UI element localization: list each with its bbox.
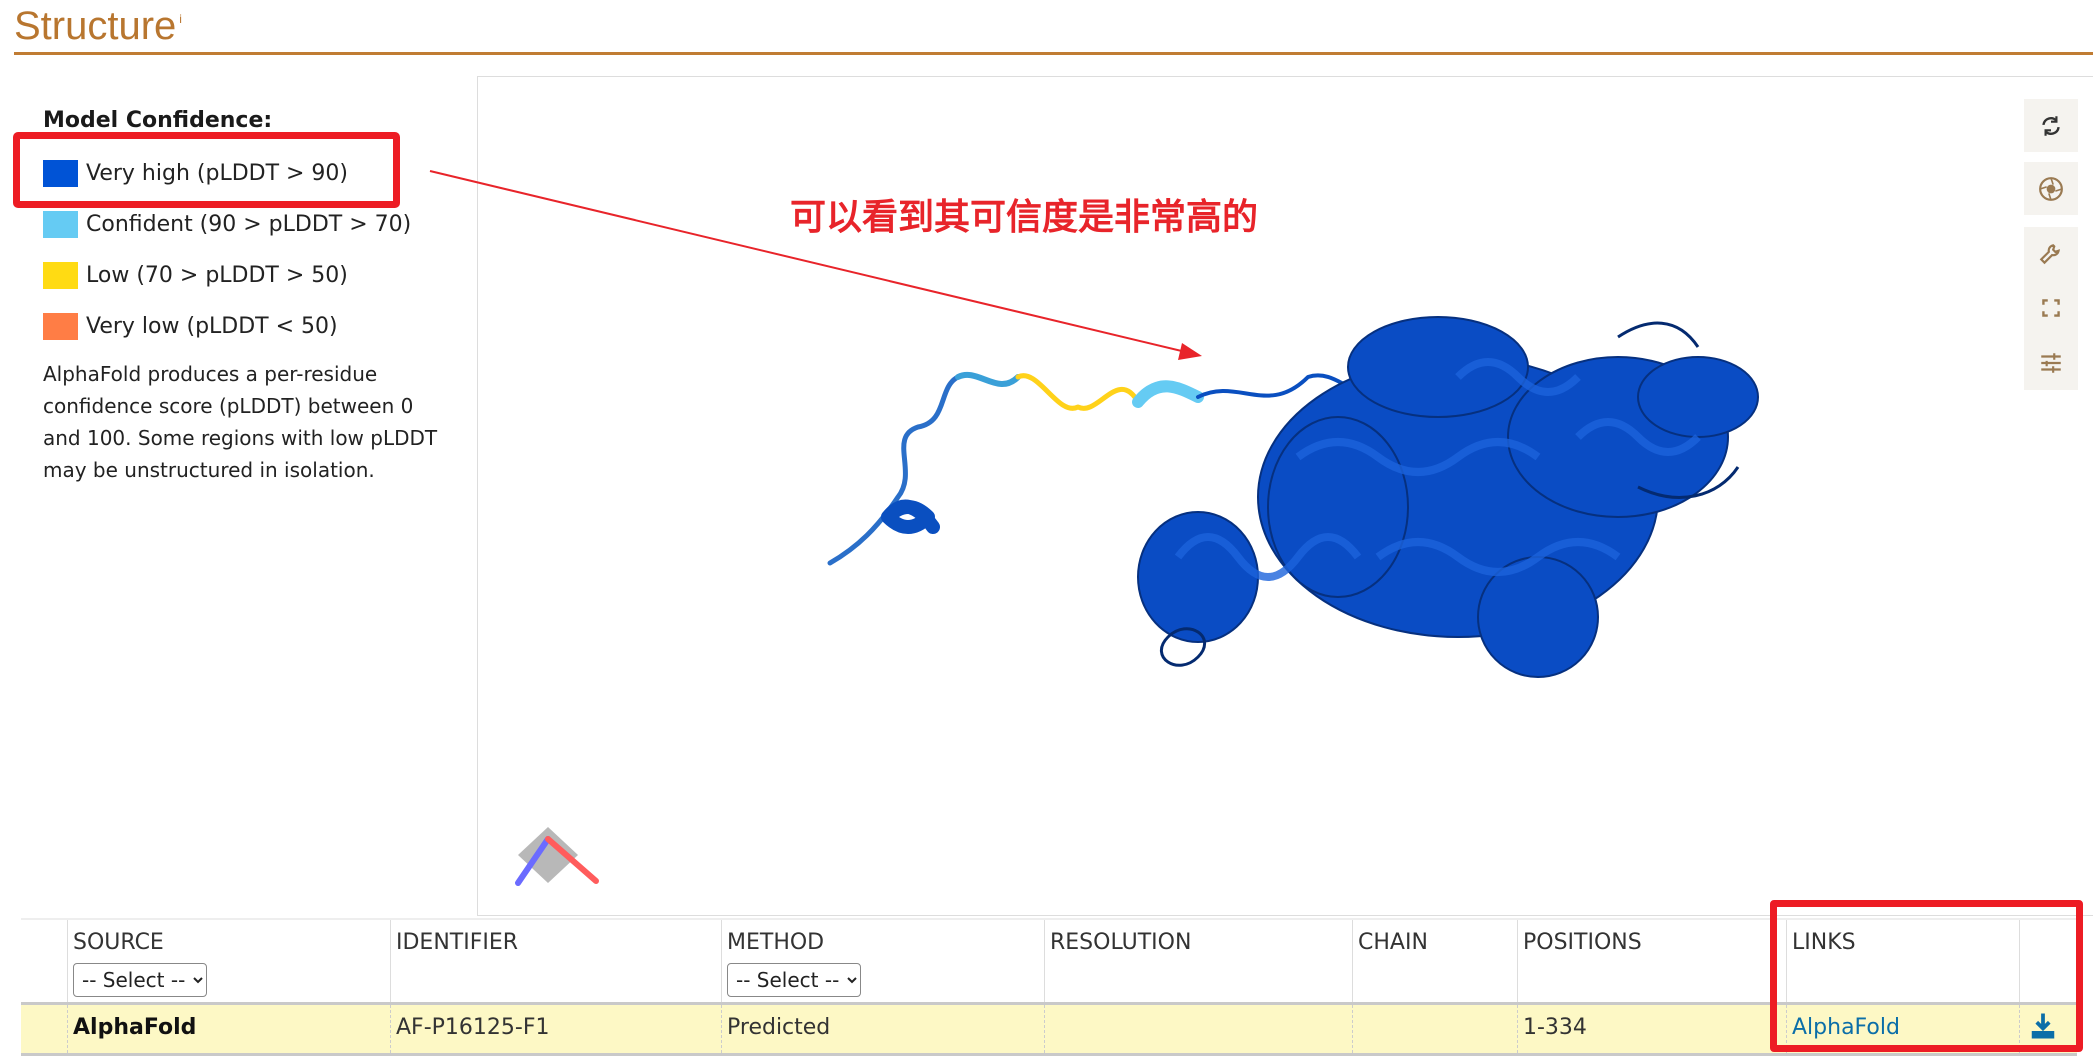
settings-icon[interactable] bbox=[2038, 241, 2064, 267]
header-label: METHOD bbox=[727, 930, 825, 955]
source-filter-select[interactable]: -- Select -- bbox=[73, 963, 207, 997]
reset-icon bbox=[2042, 115, 2060, 136]
section-title: Structure i bbox=[14, 4, 182, 49]
swatch bbox=[43, 210, 78, 238]
cell-resolution bbox=[1044, 1005, 1352, 1053]
header-source: SOURCE -- Select -- bbox=[67, 920, 390, 1002]
title-divider bbox=[14, 52, 2093, 55]
header-positions: POSITIONS bbox=[1517, 920, 1786, 1002]
table-row: AlphaFold AF-P16125-F1 Predicted 1-334 A… bbox=[21, 1005, 2077, 1056]
legend-title: Model Confidence: bbox=[43, 108, 273, 133]
table-header-row: SOURCE -- Select -- IDENTIFIER METHOD -- S… bbox=[21, 920, 2077, 1005]
structure-table: SOURCE -- Select -- IDENTIFIER METHOD -- S… bbox=[21, 918, 2077, 1056]
legend-description: AlphaFold produces a per-residue confide… bbox=[43, 362, 438, 482]
header-chain: CHAIN bbox=[1352, 920, 1517, 1002]
protein-structure[interactable] bbox=[478, 77, 2093, 917]
screenshot-icon bbox=[2039, 176, 2063, 201]
legend-item-low: Low (70 > pLDDT > 50) bbox=[43, 260, 348, 290]
legend-item-very-low: Very low (pLDDT < 50) bbox=[43, 311, 338, 341]
legend-label: Low (70 > pLDDT > 50) bbox=[86, 262, 348, 288]
swatch bbox=[43, 261, 78, 289]
header-identifier: IDENTIFIER bbox=[390, 920, 721, 1002]
legend-label: Very low (pLDDT < 50) bbox=[86, 313, 338, 339]
highlight-box-very-high bbox=[13, 132, 400, 208]
highlight-box-links bbox=[1770, 900, 2083, 1052]
reset-button[interactable] bbox=[2024, 99, 2078, 152]
cell-source: AlphaFold bbox=[67, 1005, 390, 1053]
swatch bbox=[43, 312, 78, 340]
info-icon[interactable]: i bbox=[179, 12, 182, 26]
controls-icon[interactable] bbox=[2038, 350, 2064, 376]
row-blank bbox=[21, 1005, 67, 1053]
structure-viewer[interactable] bbox=[477, 76, 2093, 916]
method-filter-select[interactable]: -- Select -- bbox=[727, 963, 861, 997]
screenshot-button[interactable] bbox=[2024, 162, 2078, 215]
cell-positions: 1-334 bbox=[1517, 1005, 1786, 1053]
cell-method: Predicted bbox=[721, 1005, 1044, 1053]
title-text: Structure bbox=[14, 4, 177, 48]
legend-item-confident: Confident (90 > pLDDT > 70) bbox=[43, 209, 411, 239]
header-method: METHOD -- Select -- bbox=[721, 920, 1044, 1002]
cell-chain bbox=[1352, 1005, 1517, 1053]
axes-gizmo bbox=[515, 827, 599, 886]
annotation-text: 可以看到其可信度是非常高的 bbox=[790, 197, 1259, 238]
header-blank bbox=[21, 920, 67, 1002]
viewer-controls-group bbox=[2024, 227, 2078, 390]
fullscreen-icon[interactable] bbox=[2038, 295, 2064, 321]
legend-label: Confident (90 > pLDDT > 70) bbox=[86, 211, 412, 237]
header-label: SOURCE bbox=[73, 930, 164, 955]
cell-identifier: AF-P16125-F1 bbox=[390, 1005, 721, 1053]
header-resolution: RESOLUTION bbox=[1044, 920, 1352, 1002]
